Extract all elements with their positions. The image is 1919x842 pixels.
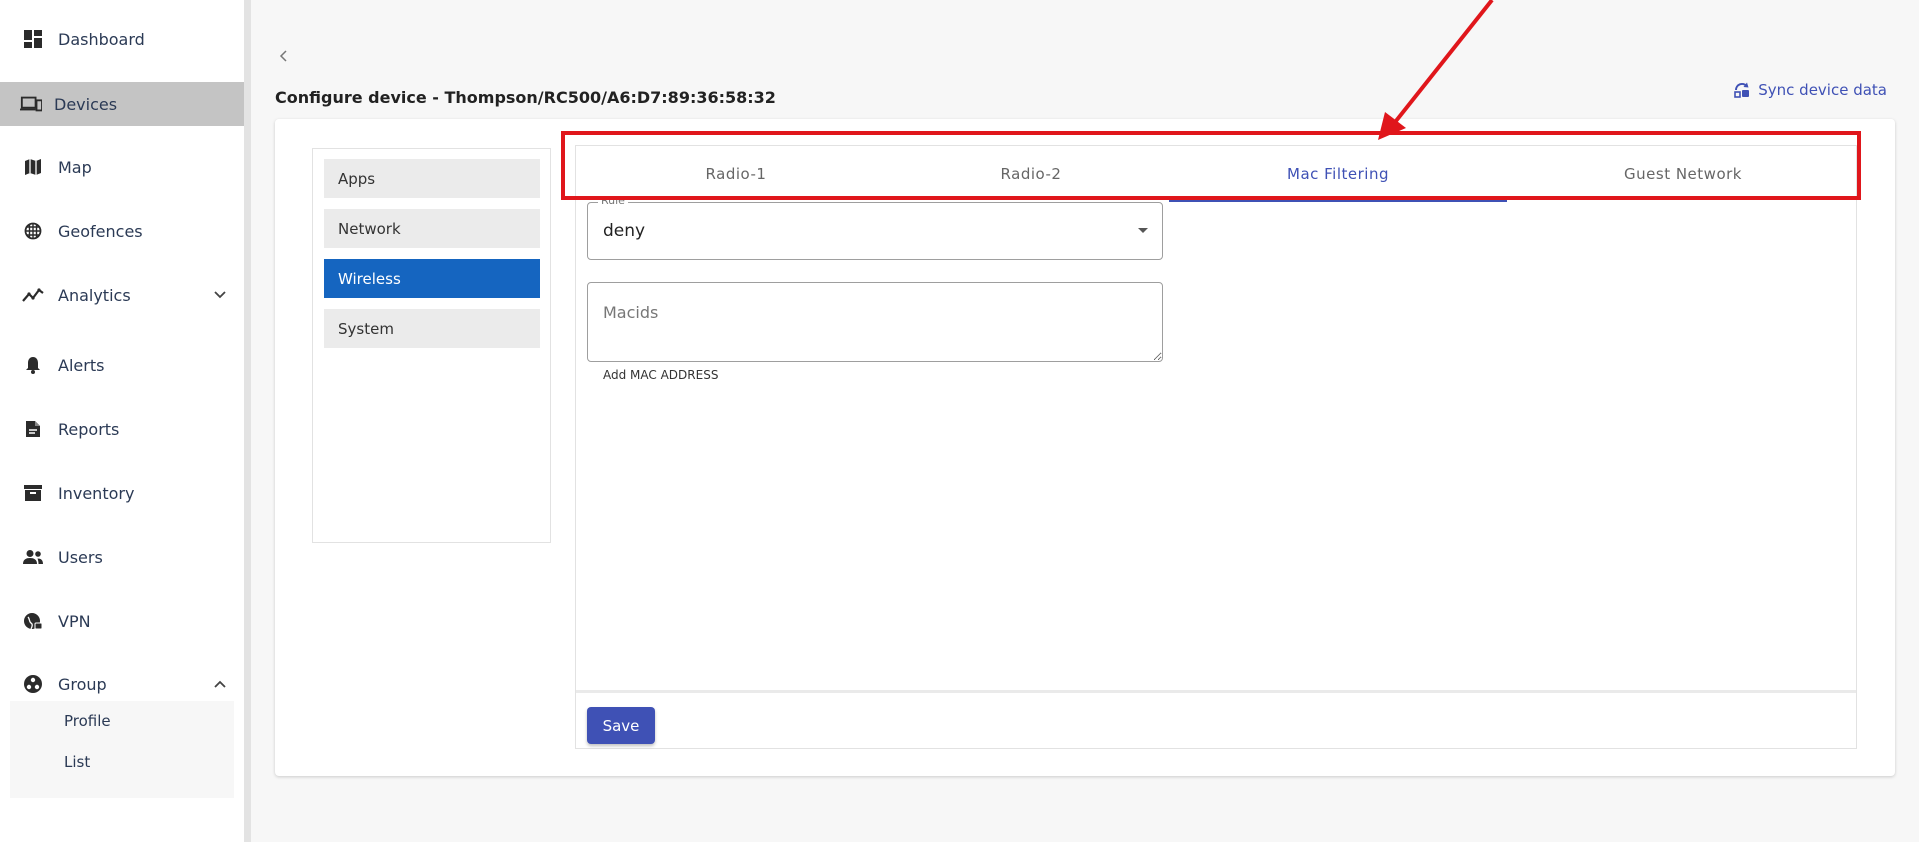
- save-button[interactable]: Save: [587, 707, 655, 744]
- chevron-down-icon[interactable]: [210, 285, 230, 305]
- bell-icon: [22, 354, 44, 376]
- sidebar-item-label: Inventory: [58, 483, 135, 503]
- submenu-item-profile[interactable]: Profile: [64, 712, 111, 730]
- sidebar-item-label: Devices: [54, 94, 118, 114]
- rule-value: deny: [603, 221, 646, 241]
- sidebar-item-dashboard[interactable]: Dashboard: [0, 17, 244, 61]
- sidebar-item-group[interactable]: Group: [0, 662, 244, 706]
- vpn-icon: [22, 610, 44, 632]
- sidebar-item-label: Analytics: [58, 285, 131, 305]
- analytics-icon: [22, 284, 44, 306]
- devices-icon: [20, 93, 42, 115]
- map-icon: [22, 156, 44, 178]
- dropdown-caret-icon: [1138, 228, 1148, 233]
- sidebar-item-vpn[interactable]: VPN: [0, 599, 244, 643]
- sidebar-item-inventory[interactable]: Inventory: [0, 471, 244, 515]
- menu-item-system[interactable]: System: [324, 309, 540, 348]
- group-submenu: [10, 701, 234, 798]
- sidebar-item-label: Dashboard: [58, 29, 145, 49]
- menu-item-network[interactable]: Network: [324, 209, 540, 248]
- footer-divider: [576, 690, 1856, 693]
- report-icon: [22, 418, 44, 440]
- sidebar-item-analytics[interactable]: Analytics: [0, 273, 244, 317]
- sidebar-item-label: Alerts: [58, 355, 105, 375]
- sidebar-item-alerts[interactable]: Alerts: [0, 343, 244, 387]
- macids-input[interactable]: [588, 283, 1162, 361]
- macids-field: [587, 282, 1163, 362]
- sidebar-item-label: Reports: [58, 419, 120, 439]
- group-icon: [22, 673, 44, 695]
- sidebar-item-geofences[interactable]: Geofences: [0, 209, 244, 253]
- annotation-highlight-box: [561, 131, 1861, 200]
- submenu-item-list[interactable]: List: [64, 753, 90, 771]
- sidebar: Dashboard Devices Map Geofences Analytic…: [0, 0, 244, 842]
- configure-card: Apps Network Wireless System Radio-1 Rad…: [275, 119, 1895, 776]
- geofence-icon: [22, 220, 44, 242]
- rule-select[interactable]: Rule deny: [587, 194, 1163, 260]
- page-title: Configure device - Thompson/RC500/A6:D7:…: [275, 88, 776, 107]
- macids-helper-text: Add MAC ADDRESS: [603, 368, 719, 382]
- sidebar-item-label: Geofences: [58, 221, 143, 241]
- sidebar-item-label: Group: [58, 674, 107, 694]
- sync-icon: [1734, 82, 1750, 98]
- chevron-up-icon[interactable]: [210, 674, 230, 694]
- users-icon: [22, 546, 44, 568]
- back-arrow-icon[interactable]: [276, 46, 292, 66]
- sidebar-item-label: VPN: [58, 611, 91, 631]
- dashboard-icon: [22, 28, 44, 50]
- sync-label: Sync device data: [1758, 81, 1887, 99]
- menu-item-wireless[interactable]: Wireless: [324, 259, 540, 298]
- sidebar-item-label: Users: [58, 547, 103, 567]
- sidebar-item-reports[interactable]: Reports: [0, 407, 244, 451]
- sync-device-data-button[interactable]: Sync device data: [1734, 81, 1887, 99]
- config-section-menu: Apps Network Wireless System: [312, 148, 551, 543]
- sidebar-item-devices[interactable]: Devices: [0, 82, 244, 126]
- menu-item-apps[interactable]: Apps: [324, 159, 540, 198]
- sidebar-divider: [244, 0, 251, 842]
- inventory-icon: [22, 482, 44, 504]
- sidebar-item-users[interactable]: Users: [0, 535, 244, 579]
- wireless-content: Radio-1 Radio-2 Mac Filtering Guest Netw…: [575, 145, 1857, 749]
- sidebar-item-map[interactable]: Map: [0, 145, 244, 189]
- sidebar-item-label: Map: [58, 157, 92, 177]
- active-tab-indicator: [1169, 200, 1507, 202]
